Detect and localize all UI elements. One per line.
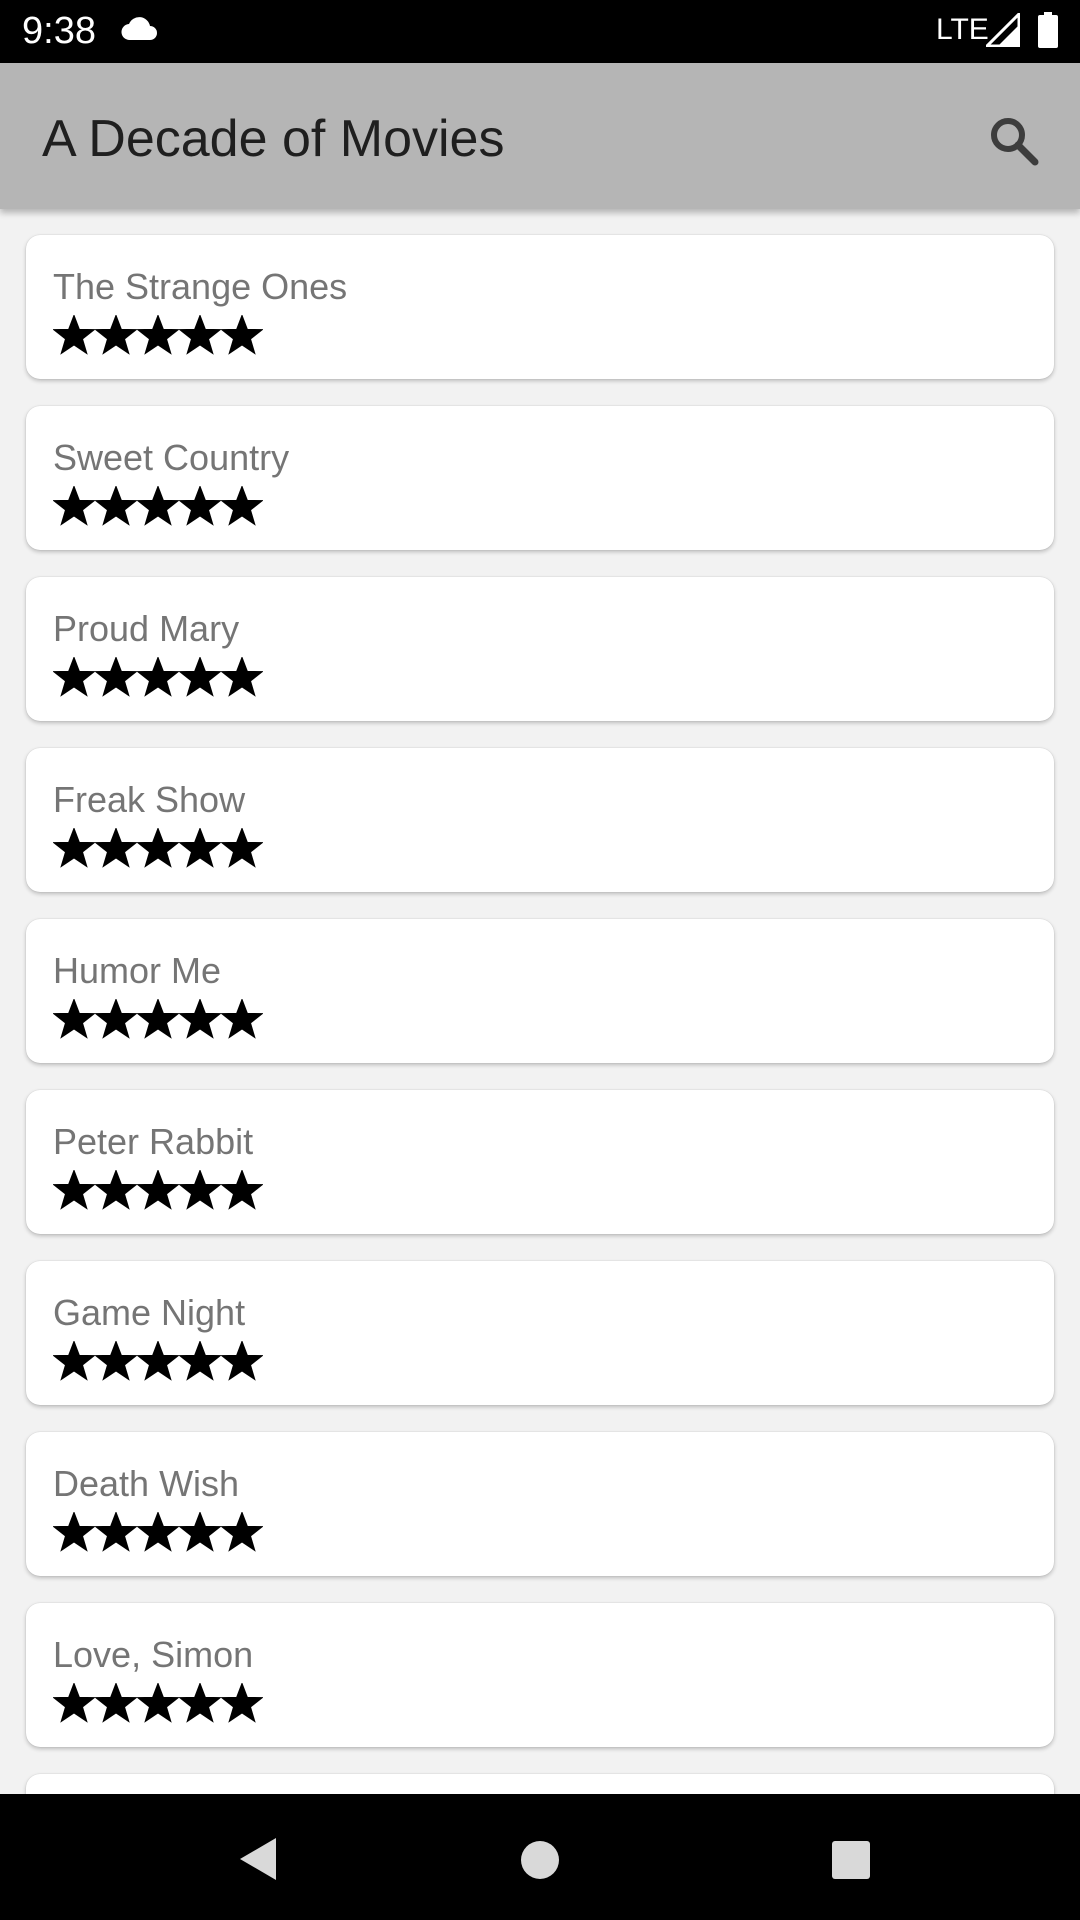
movie-card[interactable]: Freak Show [26, 748, 1054, 892]
star-filled-icon [95, 315, 137, 355]
star-filled-icon [95, 1683, 137, 1723]
rating-stars [53, 1341, 263, 1381]
rating-stars [53, 999, 263, 1039]
signal-icon [986, 13, 1020, 47]
star-filled-icon [221, 486, 263, 526]
star-filled-icon [53, 1170, 95, 1210]
movie-card[interactable]: Peter Rabbit [26, 1090, 1054, 1234]
star-filled-icon [137, 828, 179, 868]
rating-stars [53, 1512, 263, 1552]
star-filled-icon [53, 315, 95, 355]
cloud-icon [121, 17, 157, 41]
movie-card[interactable]: Love, Simon [26, 1603, 1054, 1747]
movie-card[interactable]: Proud Mary [26, 577, 1054, 721]
star-filled-icon [95, 657, 137, 697]
star-filled-icon [179, 486, 221, 526]
star-filled-icon [95, 1341, 137, 1381]
rating-stars [53, 315, 263, 355]
search-icon[interactable] [978, 105, 1052, 179]
home-icon[interactable] [520, 1840, 560, 1880]
star-filled-icon [137, 486, 179, 526]
page-title: A Decade of Movies [42, 110, 505, 168]
rating-stars [53, 657, 263, 697]
rating-stars [53, 486, 263, 526]
movie-card[interactable]: The Strange Ones [26, 235, 1054, 379]
star-filled-icon [179, 315, 221, 355]
star-filled-icon [95, 1512, 137, 1552]
movie-title: Freak Show [53, 779, 246, 820]
back-icon[interactable] [236, 1836, 280, 1882]
star-filled-icon [53, 1341, 95, 1381]
status-bar: 9:38 LTE [0, 0, 1080, 63]
star-filled-icon [95, 999, 137, 1039]
star-filled-icon [95, 1170, 137, 1210]
movie-title: Proud Mary [53, 608, 240, 649]
star-filled-icon [53, 828, 95, 868]
star-filled-icon [179, 1341, 221, 1381]
star-filled-icon [221, 1170, 263, 1210]
star-filled-icon [179, 1170, 221, 1210]
star-filled-icon [221, 315, 263, 355]
star-filled-icon [53, 486, 95, 526]
star-filled-icon [137, 1170, 179, 1210]
movie-title: Game Night [53, 1292, 246, 1333]
star-filled-icon [137, 657, 179, 697]
recents-icon[interactable] [831, 1840, 871, 1880]
rating-stars [53, 1683, 263, 1723]
movie-card[interactable]: Sweet Country [26, 406, 1054, 550]
star-filled-icon [137, 315, 179, 355]
movie-title: Love, Simon [53, 1634, 254, 1675]
movie-title: Peter Rabbit [53, 1121, 254, 1162]
star-filled-icon [53, 1512, 95, 1552]
star-filled-icon [137, 1341, 179, 1381]
star-filled-icon [53, 1683, 95, 1723]
star-filled-icon [221, 999, 263, 1039]
app-bar: A Decade of Movies [0, 63, 1080, 209]
movie-card[interactable]: Death Wish [26, 1432, 1054, 1576]
movie-title: Death Wish [53, 1463, 240, 1504]
star-filled-icon [53, 999, 95, 1039]
star-filled-icon [179, 1683, 221, 1723]
movie-list[interactable]: The Strange Ones Sweet Country Proud Mary F… [0, 209, 1080, 1794]
network-type: LTE [936, 13, 989, 46]
star-filled-icon [95, 486, 137, 526]
star-filled-icon [221, 1512, 263, 1552]
star-filled-icon [221, 1683, 263, 1723]
navigation-bar [0, 1794, 1080, 1920]
movie-title: Sweet Country [53, 437, 290, 478]
star-filled-icon [179, 1512, 221, 1552]
movie-card[interactable]: Game Night [26, 1261, 1054, 1405]
star-filled-icon [137, 1683, 179, 1723]
star-filled-icon [221, 1341, 263, 1381]
star-filled-icon [137, 1512, 179, 1552]
star-filled-icon [137, 999, 179, 1039]
star-filled-icon [53, 657, 95, 697]
movie-title: The Strange Ones [53, 266, 348, 307]
rating-stars [53, 1170, 263, 1210]
movie-card[interactable] [26, 1774, 1054, 1794]
battery-icon [1038, 12, 1058, 48]
star-filled-icon [221, 657, 263, 697]
star-filled-icon [221, 828, 263, 868]
star-filled-icon [95, 828, 137, 868]
movie-card[interactable]: Humor Me [26, 919, 1054, 1063]
star-filled-icon [179, 828, 221, 868]
movie-title: Humor Me [53, 950, 222, 991]
star-filled-icon [179, 657, 221, 697]
rating-stars [53, 828, 263, 868]
status-time: 9:38 [22, 10, 96, 52]
star-filled-icon [179, 999, 221, 1039]
